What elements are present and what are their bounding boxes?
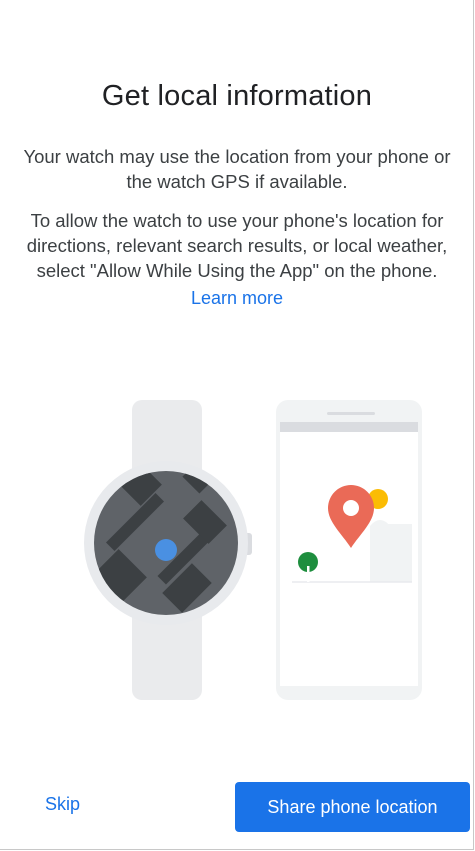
permission-instructions-text: To allow the watch to use your phone's l… [26,210,448,281]
watch-phone-illustration [84,400,422,700]
onboarding-screen: Get local information Your watch may use… [0,0,474,850]
current-location-dot [155,539,177,561]
watch-icon [84,400,252,700]
learn-more-link[interactable]: Learn more [0,288,474,309]
phone-icon [276,400,422,700]
location-source-text: Your watch may use the location from you… [23,146,451,192]
page-title: Get local information [101,80,373,112]
skip-button[interactable]: Skip [45,794,80,815]
share-phone-location-button[interactable]: Share phone location [235,782,470,832]
